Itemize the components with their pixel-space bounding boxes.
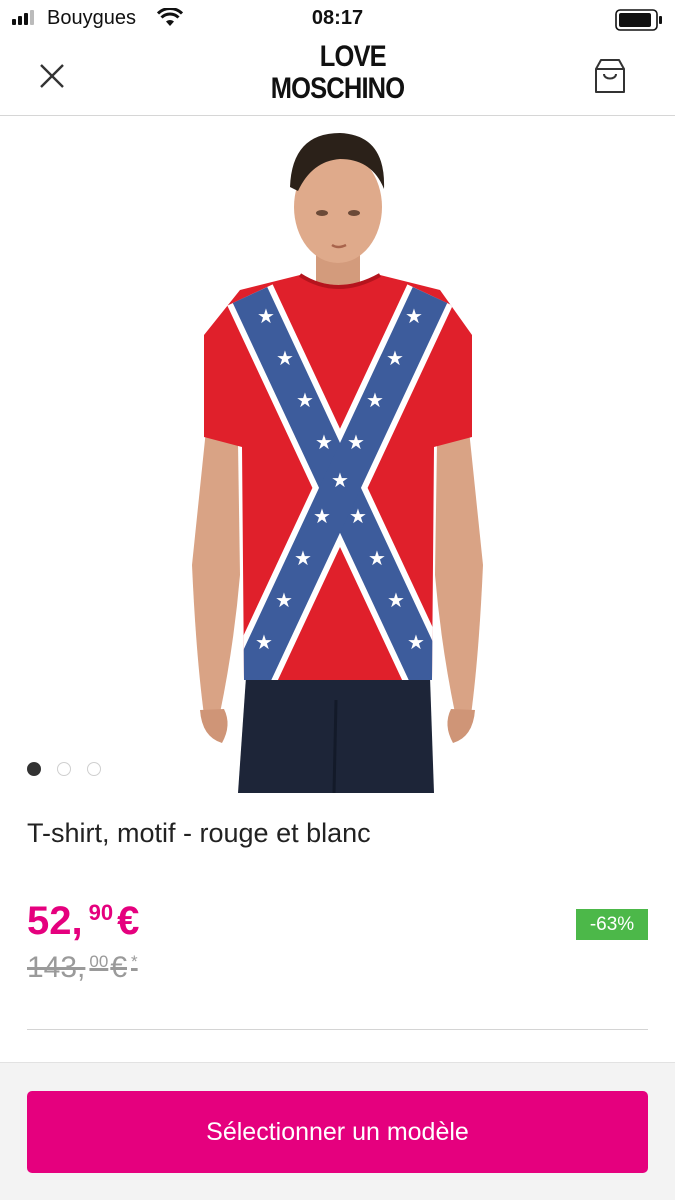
svg-text:★: ★ [331, 468, 349, 492]
shopping-bag-icon[interactable] [592, 56, 628, 94]
svg-text:★: ★ [313, 504, 331, 528]
old-price-whole: 143, [27, 951, 86, 984]
svg-text:★: ★ [407, 630, 425, 654]
old-price-asterisk: * [131, 952, 138, 971]
svg-text:★: ★ [386, 346, 404, 370]
old-price-currency: € [110, 951, 127, 984]
original-price: 143, 00€ * [27, 944, 140, 986]
svg-text:★: ★ [366, 388, 384, 412]
image-pagination [27, 762, 101, 776]
product-title: T-shirt, motif - rouge et blanc [27, 818, 371, 848]
bottom-bar: Sélectionner un modèle [0, 1062, 675, 1200]
svg-text:★: ★ [347, 430, 365, 454]
svg-text:★: ★ [368, 546, 386, 570]
pagination-dot[interactable] [27, 762, 41, 776]
svg-text:★: ★ [257, 304, 275, 328]
select-model-button[interactable]: Sélectionner un modèle [27, 1091, 648, 1173]
logo-line-2: MOSCHINO [270, 72, 405, 105]
pagination-dot[interactable] [87, 762, 101, 776]
svg-text:★: ★ [255, 630, 273, 654]
pagination-dot[interactable] [57, 762, 71, 776]
svg-text:★: ★ [387, 588, 405, 612]
old-price-cents: 00 [89, 952, 109, 971]
header: LOVE MOSCHINO [0, 38, 675, 116]
status-time: 08:17 [311, 7, 364, 29]
divider [27, 1029, 648, 1030]
svg-text:★: ★ [276, 346, 294, 370]
svg-text:★: ★ [296, 388, 314, 412]
discount-badge: -63% [576, 909, 648, 940]
svg-text:★: ★ [405, 304, 423, 328]
product-image[interactable]: ★★★ ★★★ ★★ ★★★ ★★★ ★★ ★ [140, 125, 535, 793]
logo-line-1: LOVE [319, 40, 387, 73]
brand-logo: LOVE MOSCHINO [0, 42, 675, 106]
current-price: 52, 90 € [27, 890, 139, 944]
price-whole: 52, [27, 899, 83, 943]
svg-text:★: ★ [315, 430, 333, 454]
svg-text:★: ★ [294, 546, 312, 570]
status-bar: Bouygues 08:17 [0, 0, 675, 38]
battery-icon [615, 9, 662, 31]
price-currency: € [117, 899, 140, 943]
svg-text:★: ★ [349, 504, 367, 528]
svg-text:★: ★ [275, 588, 293, 612]
price-cents: 90 [88, 900, 114, 925]
